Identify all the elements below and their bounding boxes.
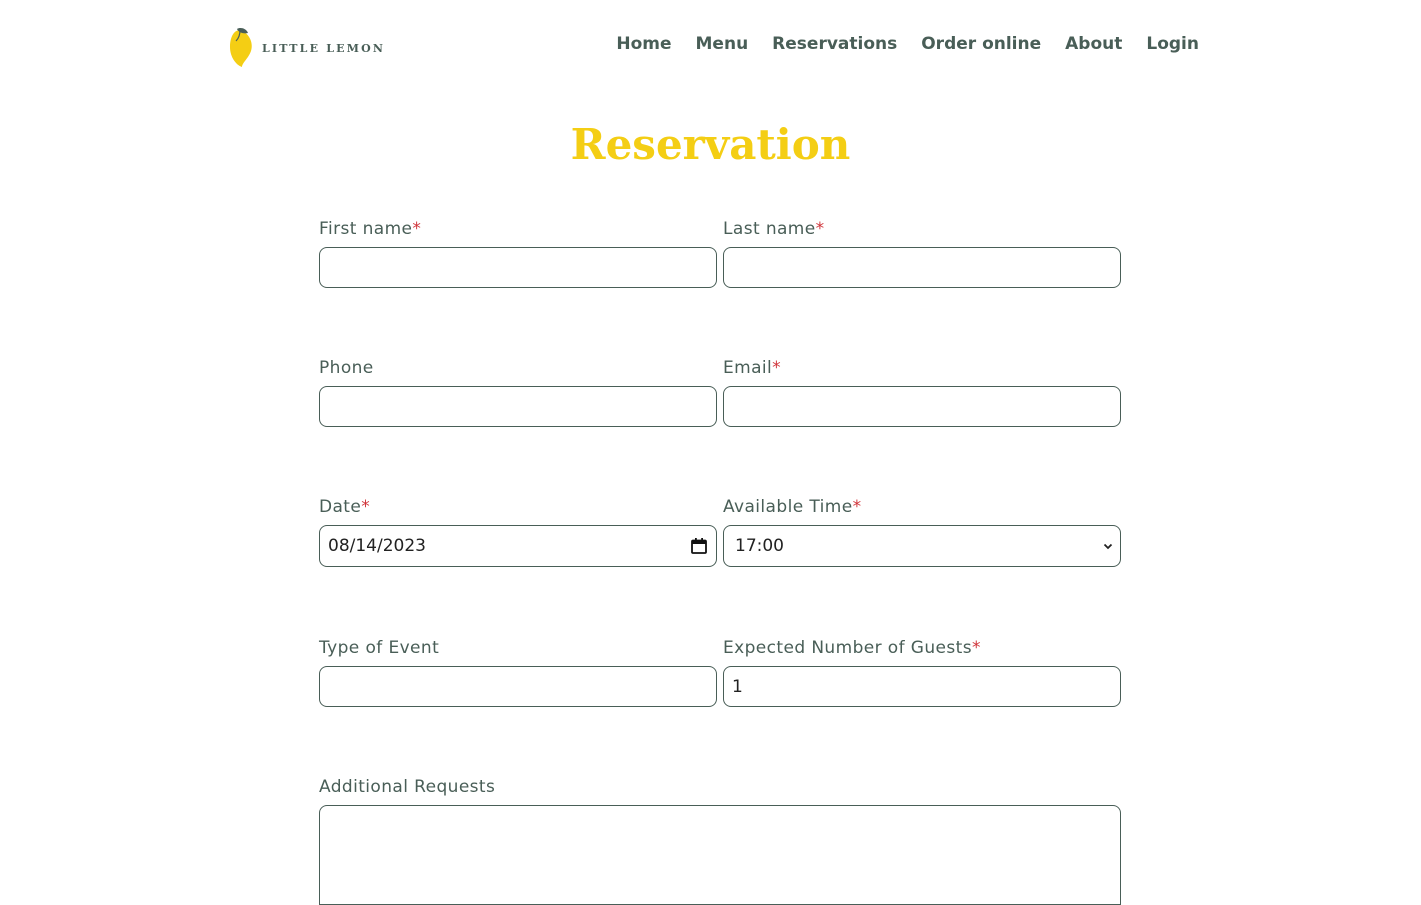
guests-field: Expected Number of Guests* 1 (723, 636, 1121, 707)
nav-menu[interactable]: Menu (696, 34, 749, 54)
event-type-input[interactable] (319, 666, 717, 707)
nav-reservations[interactable]: Reservations (772, 34, 897, 54)
email-input[interactable] (723, 386, 1121, 427)
site-header: LITTLE LEMON Home Menu Reservations Orde… (0, 0, 1421, 96)
form-row-names: First name* Last name* (319, 217, 1121, 317)
first-name-label: First name* (319, 219, 422, 239)
required-marker: * (772, 358, 782, 378)
main-nav: Home Menu Reservations Order online Abou… (616, 34, 1199, 54)
date-label: Date* (319, 497, 371, 517)
page-title: Reservation (570, 120, 851, 169)
form-row-contact: Phone Email* (319, 356, 1121, 456)
date-value: 08/14/2023 (328, 536, 426, 556)
time-label: Available Time* (723, 497, 862, 517)
logo[interactable]: LITTLE LEMON (228, 27, 385, 69)
required-marker: * (815, 219, 825, 239)
first-name-input[interactable] (319, 247, 717, 288)
requests-field: Additional Requests (319, 775, 1121, 905)
last-name-label: Last name* (723, 219, 825, 239)
nav-order-online[interactable]: Order online (921, 34, 1041, 54)
date-input[interactable]: 08/14/2023 (319, 525, 717, 567)
chevron-down-icon (1103, 543, 1113, 550)
phone-input[interactable] (319, 386, 717, 427)
form-row-requests: Additional Requests (319, 775, 1121, 905)
event-type-field: Type of Event (319, 636, 717, 707)
guests-label: Expected Number of Guests* (723, 638, 981, 658)
required-marker: * (412, 219, 422, 239)
guests-input[interactable]: 1 (723, 666, 1121, 707)
first-name-field: First name* (319, 217, 717, 288)
event-type-label: Type of Event (319, 638, 440, 658)
phone-field: Phone (319, 356, 717, 427)
nav-home[interactable]: Home (616, 34, 671, 54)
email-field: Email* (723, 356, 1121, 427)
phone-label: Phone (319, 358, 374, 378)
last-name-field: Last name* (723, 217, 1121, 288)
form-row-datetime: Date* 08/14/2023 Available Time* 17:00 (319, 495, 1121, 595)
time-select[interactable]: 17:00 (723, 525, 1121, 567)
lemon-logo-icon (230, 28, 252, 67)
requests-textarea[interactable] (319, 805, 1121, 905)
date-field: Date* 08/14/2023 (319, 495, 717, 567)
time-value: 17:00 (735, 536, 784, 556)
nav-login[interactable]: Login (1146, 34, 1199, 54)
email-label: Email* (723, 358, 782, 378)
calendar-icon[interactable] (690, 537, 708, 555)
required-marker: * (852, 497, 862, 517)
guests-value: 1 (732, 676, 743, 697)
last-name-input[interactable] (723, 247, 1121, 288)
time-field: Available Time* 17:00 (723, 495, 1121, 567)
required-marker: * (972, 638, 981, 658)
logo-text: LITTLE LEMON (262, 41, 386, 55)
required-marker: * (361, 497, 371, 517)
requests-label: Additional Requests (319, 777, 496, 797)
nav-about[interactable]: About (1065, 34, 1122, 54)
form-row-event: Type of Event Expected Number of Guests*… (319, 636, 1121, 736)
